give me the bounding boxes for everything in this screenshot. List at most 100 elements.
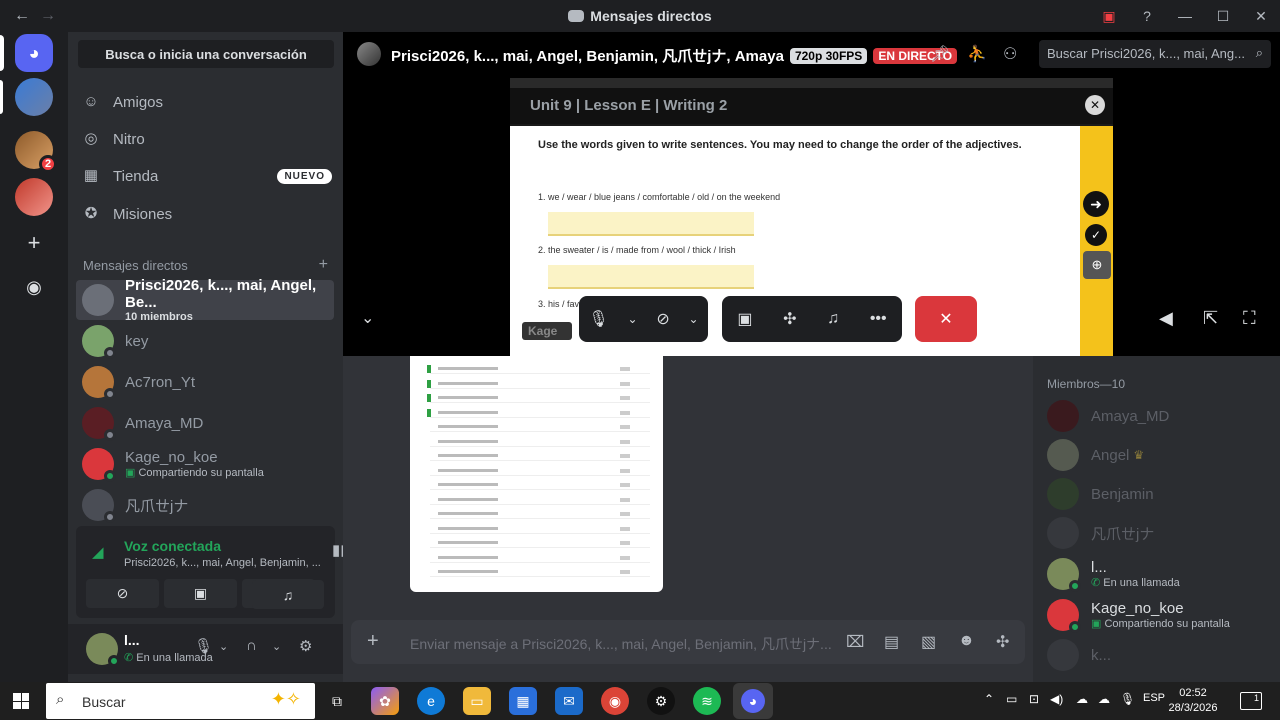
member-item[interactable]: k... [1047, 637, 1277, 673]
screen-share-icon[interactable]: ▣ [737, 309, 752, 329]
chevron-down-icon[interactable]: ⌄ [272, 640, 281, 653]
member-item[interactable]: Benjamin [1047, 476, 1277, 512]
voice-channel[interactable]: Prisci2026, k..., mai, Angel, Benjamin, … [124, 557, 324, 569]
share-screen-button[interactable]: ▣ [164, 579, 237, 608]
server-icon-1[interactable] [15, 78, 53, 116]
soundboard-button[interactable]: ♫ [252, 580, 324, 609]
discord-taskbar-icon[interactable]: ◕ [733, 683, 773, 719]
streamer-label: Kage [522, 322, 572, 340]
attachment-image[interactable] [410, 356, 663, 592]
stream-viewer[interactable]: Unit 9 | Lesson E | Writing 2 ✕ Use the … [343, 76, 1280, 356]
member-name: 凡爪ㄝjナ [1091, 525, 1155, 543]
user-panel: l... ✆ En una llamada 🎙︎ ⌄ ∩ ⌄ ⚙ [68, 624, 343, 674]
collapse-chevron-icon[interactable]: ⌄ [361, 308, 374, 328]
speaker-icon[interactable]: ◀) [1050, 692, 1063, 706]
gift-icon[interactable]: ⌧ [846, 632, 864, 652]
cloud-icon[interactable]: ☁ [1098, 692, 1110, 706]
user-name[interactable]: l... [124, 632, 140, 648]
edge-icon[interactable]: e [417, 687, 445, 715]
usb-icon[interactable]: ⊡ [1029, 692, 1039, 706]
clock[interactable]: 02:52 28/3/2026 [1166, 686, 1220, 716]
camera-off-button[interactable]: ⊘ [86, 579, 159, 608]
create-dm-icon[interactable]: + [319, 257, 328, 273]
pin-icon[interactable]: 📌︎ [930, 44, 950, 64]
close-button[interactable]: ✕ [1242, 8, 1280, 25]
message-input[interactable]: Enviar mensaje a Prisci2026, k..., mai, … [410, 634, 832, 654]
window-title-text: Mensajes directos [590, 8, 712, 24]
copilot-icon[interactable]: ✿ [371, 687, 399, 715]
help-icon[interactable]: ? [1128, 8, 1166, 24]
fullscreen-icon[interactable]: ⛶ [1243, 308, 1256, 329]
gear-icon[interactable]: ⚙ [299, 637, 312, 655]
nav-store[interactable]: ▦ Tienda NUEVO [82, 159, 332, 193]
nav-nitro[interactable]: ◎ Nitro [82, 122, 332, 156]
dm-item-kage[interactable]: Kage_no_koe ▣ Compartiendo su pantalla [76, 444, 334, 484]
members-icon[interactable]: ⚇ [1003, 44, 1017, 64]
user-avatar[interactable] [86, 633, 120, 667]
windows-start-icon[interactable] [13, 693, 29, 709]
minimize-button[interactable]: — [1166, 8, 1204, 24]
apps-icon[interactable]: ✣ [996, 632, 1009, 652]
language-indicator[interactable]: ESP [1143, 692, 1165, 704]
emoji-icon[interactable]: ☻ [958, 632, 975, 650]
chrome-icon[interactable]: ◉ [601, 687, 629, 715]
dm-item-ac7ron[interactable]: Ac7ron_Yt [76, 362, 334, 402]
add-friend-icon[interactable]: ⛹ [967, 44, 987, 64]
forward-arrow-icon[interactable]: → [40, 7, 56, 25]
dm-item-amaya[interactable]: Amaya_MD [76, 403, 334, 443]
voice-status[interactable]: Voz conectada [124, 538, 221, 554]
onedrive-icon[interactable]: ☁ [1076, 692, 1088, 706]
file-explorer-icon[interactable]: ▭ [463, 687, 491, 715]
member-item[interactable]: Amaya_MD [1047, 398, 1277, 434]
server-icon-3[interactable] [15, 178, 53, 216]
activities-icon[interactable]: ✣ [783, 309, 796, 329]
dm-header-label: Mensajes directos [83, 258, 188, 273]
chevron-down-icon[interactable]: ⌄ [219, 640, 228, 653]
question-1: 1. we / wear / blue jeans / comfortable … [538, 192, 781, 202]
back-arrow-icon[interactable]: ← [14, 7, 30, 25]
leave-call-button[interactable]: ✕ [915, 296, 977, 342]
more-icon[interactable]: ••• [870, 310, 887, 328]
dm-item-key[interactable]: key [76, 321, 334, 361]
gif-icon[interactable]: ▤ [884, 632, 899, 652]
chevron-up-icon[interactable]: ⌃ [984, 692, 994, 706]
task-view-icon[interactable]: ⧉ [323, 687, 351, 715]
member-item[interactable]: Kage_no_koe ▣ Compartiendo su pantalla [1047, 597, 1277, 633]
microphone-icon[interactable]: 🎙︎ [588, 309, 608, 329]
store-icon[interactable]: ▦ [509, 687, 537, 715]
add-server-icon[interactable]: + [15, 224, 53, 262]
popout-icon[interactable]: ⇱ [1203, 308, 1218, 329]
volume-icon[interactable]: ◀ [1159, 308, 1173, 329]
soundboard-icon[interactable]: ♫ [827, 310, 839, 328]
dm-item-user6[interactable]: 凡爪ㄝjナ [76, 485, 334, 525]
member-item[interactable]: l... ✆ En una llamada [1047, 556, 1277, 592]
battery-icon[interactable]: ▭ [1006, 692, 1017, 706]
lesson-header: Unit 9 | Lesson E | Writing 2 ✕ [510, 88, 1113, 124]
outlook-icon[interactable]: ✉ [555, 687, 583, 715]
screen-share-icon: ▣ [1091, 618, 1105, 630]
nav-friends[interactable]: ☺ Amigos [82, 85, 332, 119]
microphone-icon[interactable]: 🎙︎ [194, 637, 213, 655]
server-icon-2[interactable]: 2 [15, 131, 57, 173]
camera-off-icon[interactable]: ⊘ [656, 309, 669, 329]
inbox-icon[interactable]: ▣ [1090, 8, 1128, 25]
chevron-down-icon[interactable]: ⌄ [627, 312, 637, 326]
nav-quests[interactable]: ✪ Misiones [82, 197, 332, 231]
steam-icon[interactable]: ⚙ [647, 687, 675, 715]
chevron-down-icon[interactable]: ⌄ [689, 312, 699, 326]
notification-icon[interactable]: 1 [1240, 692, 1262, 710]
find-conversation-button[interactable]: Busca o inicia una conversación [78, 40, 334, 68]
dm-item-group[interactable]: Prisci2026, k..., mai, Angel, Be... 10 mi… [76, 277, 334, 323]
member-item[interactable]: Angel ♛ [1047, 437, 1277, 473]
spotify-icon[interactable]: ≋ [693, 687, 721, 715]
search-input[interactable]: Buscar Prisci2026, k..., mai, Ang... ⌕ [1039, 40, 1271, 68]
maximize-button[interactable]: ☐ [1204, 8, 1242, 25]
member-item[interactable]: 凡爪ㄝjナ [1047, 515, 1277, 551]
microphone-icon[interactable]: 🎙︎ [1120, 692, 1135, 706]
taskbar-search[interactable]: ⌕ Buscar ✦✧ [46, 683, 315, 719]
discord-home-icon[interactable]: ◕ [15, 34, 53, 72]
upload-plus-icon[interactable]: + [367, 630, 379, 653]
explore-icon[interactable]: ◉ [15, 268, 53, 306]
headphones-icon[interactable]: ∩ [246, 637, 257, 654]
sticker-icon[interactable]: ▧ [921, 632, 936, 652]
